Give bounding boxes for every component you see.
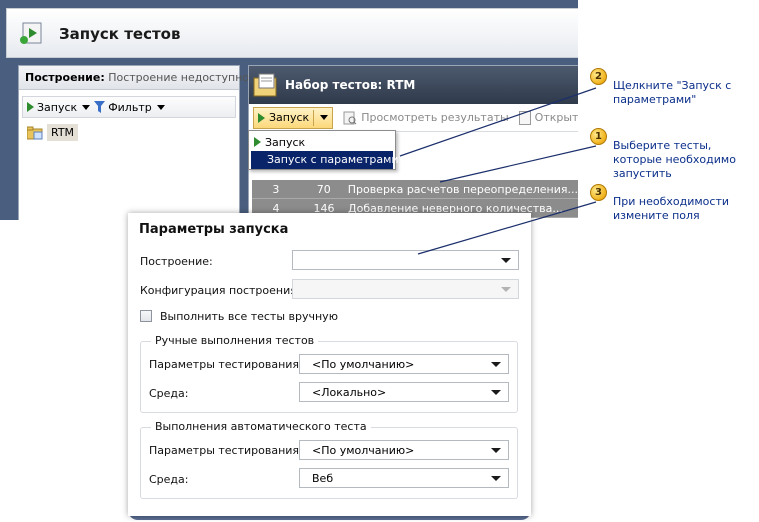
left-run-button[interactable]: Запуск xyxy=(27,100,91,114)
play-icon xyxy=(258,112,265,123)
menu-item-run[interactable]: Запуск xyxy=(249,133,395,151)
open-test-label: Открыть тест xyxy=(534,111,578,124)
auto-settings-label: Параметры тестирования: xyxy=(149,444,303,457)
open-test-button[interactable]: Открыть тест xyxy=(518,110,578,125)
run-manually-label: Выполнить все тесты вручную xyxy=(160,310,338,323)
manual-runs-group: Ручные выполнения тестов Параметры тести… xyxy=(140,334,518,413)
callout-number-badge: 2 xyxy=(590,68,607,85)
menu-item-run-with-options[interactable]: Запуск с параметрами xyxy=(251,151,399,169)
run-split-label: Запуск xyxy=(269,111,310,124)
dialog-title: Параметры запуска xyxy=(139,222,289,237)
run-manually-checkbox[interactable] xyxy=(140,310,152,322)
suite-header: Набор тестов: RTM xyxy=(249,66,578,104)
run-dropdown-menu: Запуск Запуск с параметрами xyxy=(248,130,399,170)
automated-runs-group: Выполнения автоматического теста Парамет… xyxy=(140,420,518,499)
view-results-label: Просмотреть результаты xyxy=(361,111,509,124)
build-status-label: Построение: xyxy=(25,71,105,84)
auto-environment-combobox[interactable]: Веб xyxy=(299,468,509,488)
run-split-button[interactable]: Запуск xyxy=(253,106,334,129)
test-title: Проверка расчетов переопределения... xyxy=(347,182,578,196)
test-id: 70 xyxy=(316,182,331,196)
filter-button[interactable]: Фильтр xyxy=(94,101,165,114)
callout-number-badge: 3 xyxy=(590,184,607,201)
auto-environment-value: Веб xyxy=(312,472,334,485)
group-title: Выполнения автоматического теста xyxy=(151,420,371,433)
view-results-button[interactable]: Просмотреть результаты xyxy=(343,111,509,125)
split-divider xyxy=(313,109,315,126)
suite-folder-icon xyxy=(27,126,43,139)
build-config-label: Конфигурация построения: xyxy=(140,284,301,297)
left-toolbar: Запуск Фильтр xyxy=(22,96,236,118)
manual-environment-value: <Локально> xyxy=(312,386,387,399)
callout-text: Выберите тесты, которые необходимо запус… xyxy=(613,139,736,180)
manual-environment-combobox[interactable]: <Локально> xyxy=(299,382,509,402)
filter-label: Фильтр xyxy=(108,100,152,114)
suite-toolbar: Запуск Просмотреть результаты Открыть те… xyxy=(249,104,578,132)
document-icon xyxy=(518,110,531,125)
callout-text: Щелкните "Запуск с параметрами" xyxy=(613,79,732,106)
menu-item-label: Запуск xyxy=(265,135,306,149)
test-runner-window: Запуск тестов Построение: Построение нед… xyxy=(0,0,578,220)
build-status: Построение: Построение недоступно xyxy=(19,66,249,90)
test-run-icon xyxy=(20,22,42,44)
manual-environment-label: Среда: xyxy=(149,387,189,400)
play-icon xyxy=(254,137,261,147)
window-title: Запуск тестов xyxy=(59,25,181,43)
build-label: Построение: xyxy=(140,255,213,268)
results-icon xyxy=(343,111,357,124)
manual-settings-value: <По умолчанию> xyxy=(312,358,415,371)
chevron-down-icon xyxy=(501,258,511,263)
group-title: Ручные выполнения тестов xyxy=(151,334,319,347)
manual-settings-combobox[interactable]: <По умолчанию> xyxy=(299,354,509,374)
auto-settings-value: <По умолчанию> xyxy=(312,444,415,457)
build-pane: Построение: Построение недоступно Запуск… xyxy=(18,65,249,220)
callout-number-badge: 1 xyxy=(590,128,607,145)
chevron-down-icon xyxy=(501,287,511,292)
build-status-value: Построение недоступно xyxy=(108,71,250,84)
chevron-down-icon[interactable] xyxy=(320,115,329,120)
callout-2: 2 Щелкните "Запуск с параметрами" xyxy=(590,68,753,107)
chevron-down-icon xyxy=(491,448,501,453)
play-icon xyxy=(27,102,34,112)
build-config-combobox[interactable] xyxy=(292,279,519,299)
chevron-down-icon xyxy=(82,104,91,110)
auto-settings-combobox[interactable]: <По умолчанию> xyxy=(299,440,509,460)
run-options-dialog: Параметры запуска Построение: Конфигурац… xyxy=(128,213,531,516)
build-combobox[interactable] xyxy=(292,250,519,270)
window-title-bar: Запуск тестов xyxy=(6,8,578,58)
chevron-down-icon xyxy=(491,476,501,481)
table-row[interactable]: 3 70 Проверка расчетов переопределения..… xyxy=(252,180,578,199)
callout-1: 1 Выберите тесты, которые необходимо зап… xyxy=(590,128,753,181)
chevron-down-icon xyxy=(491,362,501,367)
manual-settings-label: Параметры тестирования: xyxy=(149,358,303,371)
test-suite-icon xyxy=(253,73,277,97)
left-run-label: Запуск xyxy=(37,100,78,114)
callout-text: При необходимости измените поля xyxy=(613,195,729,222)
callout-3: 3 При необходимости измените поля xyxy=(590,184,753,223)
chevron-down-icon xyxy=(156,104,165,110)
suite-title: Набор тестов: RTM xyxy=(285,78,416,92)
funnel-icon xyxy=(94,101,106,113)
chevron-down-icon xyxy=(491,390,501,395)
test-order: 3 xyxy=(272,182,280,196)
tree-item-label: RTM xyxy=(47,124,79,141)
tree-item-rtm[interactable]: RTM xyxy=(27,124,79,141)
auto-environment-label: Среда: xyxy=(149,473,189,486)
